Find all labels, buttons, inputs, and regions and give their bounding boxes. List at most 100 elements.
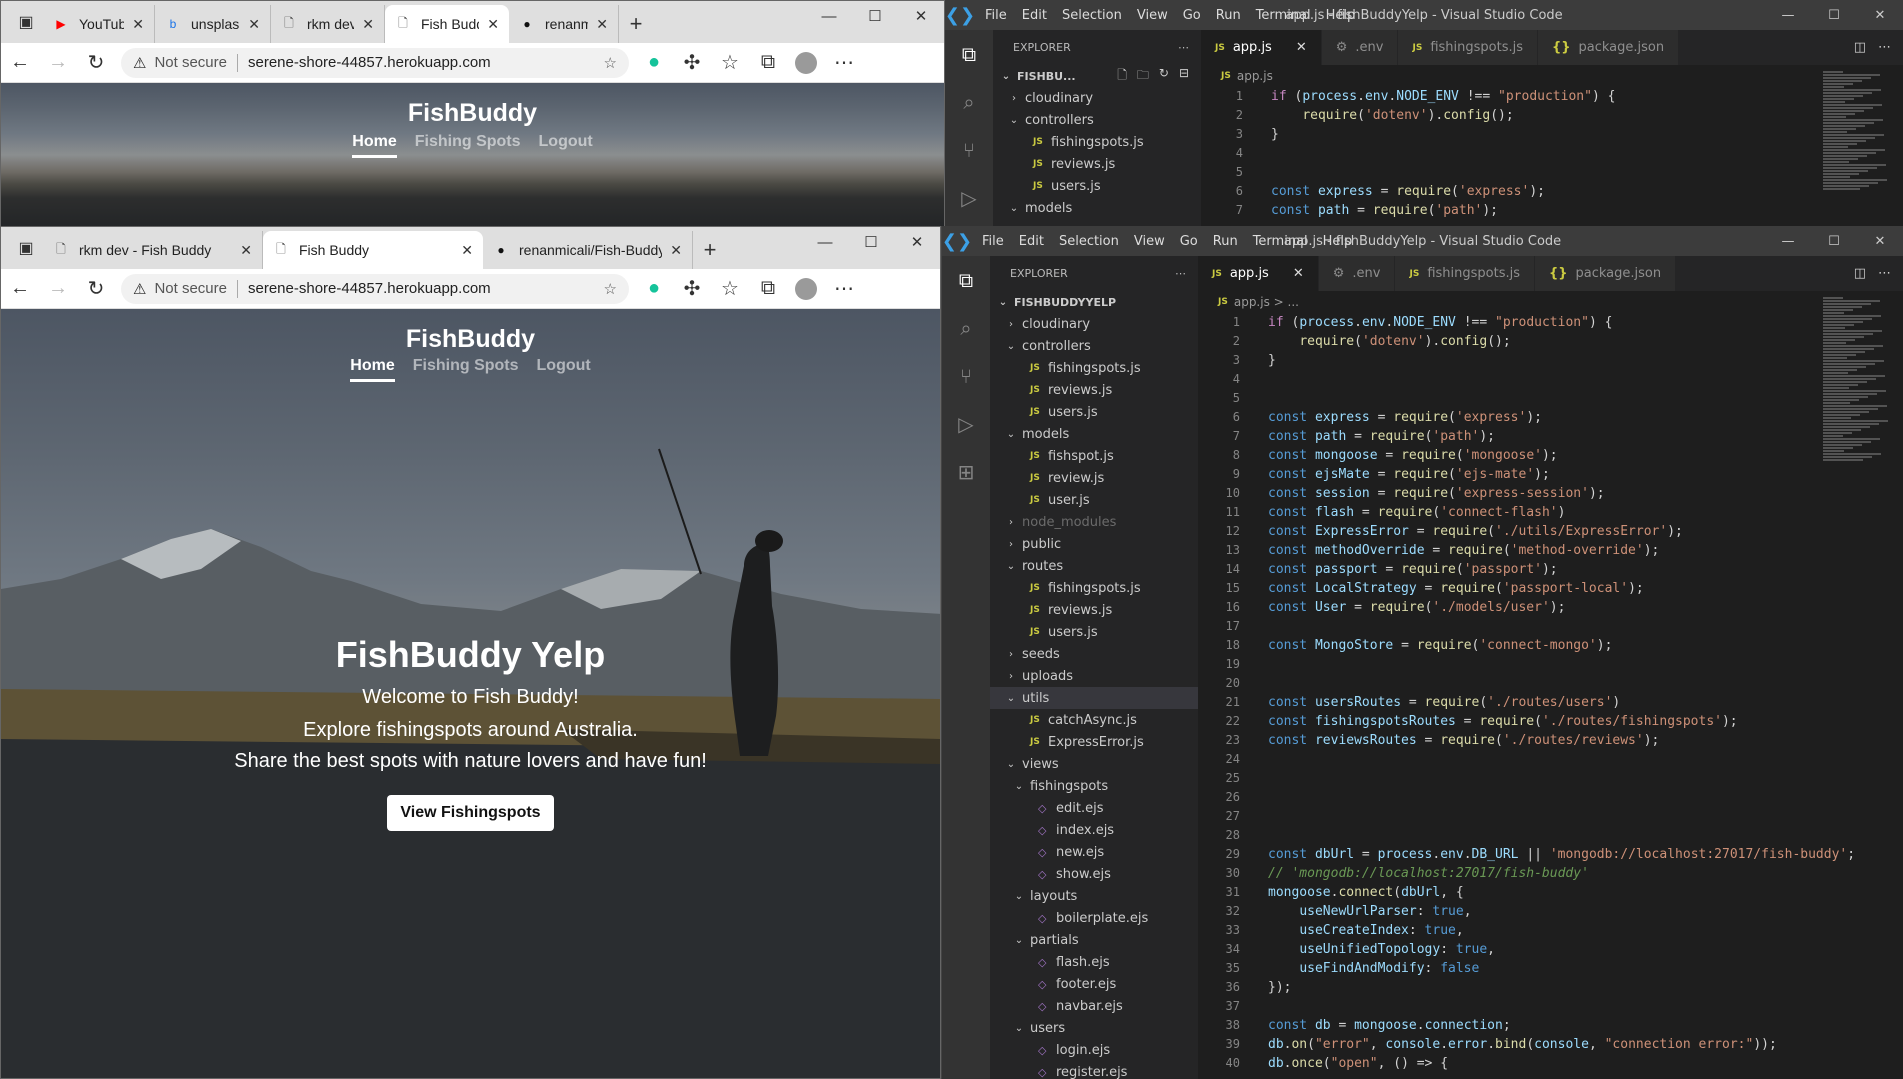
- tree-item[interactable]: ⌄ utils: [990, 687, 1198, 709]
- extensions-icon[interactable]: ✣: [673, 273, 711, 305]
- tab-close-icon[interactable]: ✕: [1296, 40, 1307, 55]
- browser-tab[interactable]: ● renanmicali/F ✕: [509, 5, 619, 43]
- workspace-root[interactable]: ⌄ FISHBU... 🗋 🗀 ↻ ⊟: [993, 65, 1201, 87]
- tab-close-icon[interactable]: ✕: [487, 16, 499, 33]
- tree-item[interactable]: JS reviews.js: [990, 379, 1198, 401]
- tree-item[interactable]: JS ExpressError.js: [990, 731, 1198, 753]
- close-icon[interactable]: ✕: [1857, 226, 1903, 256]
- tab-actions-icon[interactable]: ▣: [9, 5, 43, 39]
- editor-tab[interactable]: {} package.json: [1535, 256, 1677, 291]
- back-icon[interactable]: ←: [1, 273, 39, 305]
- tree-item[interactable]: ⌄ routes: [990, 555, 1198, 577]
- split-editor-icon[interactable]: ◫: [1854, 266, 1866, 281]
- tree-item[interactable]: ◇ register.ejs: [990, 1061, 1198, 1079]
- tree-item[interactable]: › seeds: [990, 643, 1198, 665]
- editor-tab[interactable]: JS app.js ✕: [1201, 30, 1322, 65]
- breadcrumb-file[interactable]: app.js > ...: [1234, 295, 1299, 309]
- nav-fishing-spots-link[interactable]: Fishing Spots: [415, 133, 521, 158]
- menu-selection[interactable]: Selection: [1062, 8, 1122, 23]
- tree-item[interactable]: › cloudinary: [993, 87, 1201, 109]
- tree-item[interactable]: ⌄ models: [990, 423, 1198, 445]
- tab-close-icon[interactable]: ✕: [248, 16, 260, 33]
- tree-item[interactable]: JS users.js: [990, 401, 1198, 423]
- source-control-icon[interactable]: ⑂: [945, 126, 993, 174]
- code-view[interactable]: 1 if (process.env.NODE_ENV !== "productio…: [1201, 87, 1823, 220]
- breadcrumb-file[interactable]: app.js: [1237, 69, 1273, 83]
- menu-file[interactable]: File: [982, 234, 1004, 249]
- tree-item[interactable]: ⌄ layouts: [990, 885, 1198, 907]
- grammarly-icon[interactable]: ●: [635, 47, 673, 79]
- new-folder-icon[interactable]: 🗀: [1137, 66, 1149, 87]
- tree-item[interactable]: ◇ navbar.ejs: [990, 995, 1198, 1017]
- extensions-icon[interactable]: ⊞: [942, 448, 990, 496]
- tree-item[interactable]: ◇ new.ejs: [990, 841, 1198, 863]
- browser-tab[interactable]: 🗋 Fish Buddy ✕: [385, 5, 509, 43]
- close-icon[interactable]: ✕: [1857, 0, 1903, 30]
- menu-go[interactable]: Go: [1180, 234, 1198, 249]
- tree-item[interactable]: ◇ login.ejs: [990, 1039, 1198, 1061]
- browser-tab[interactable]: ▶ YouTube ✕: [43, 5, 155, 43]
- search-icon[interactable]: ⌕: [945, 78, 993, 126]
- collapse-all-icon[interactable]: ⊟: [1179, 66, 1189, 87]
- maximize-icon[interactable]: ☐: [1811, 226, 1857, 256]
- tab-close-icon[interactable]: ✕: [132, 16, 144, 33]
- tree-item[interactable]: ◇ index.ejs: [990, 819, 1198, 841]
- tree-item[interactable]: JS fishingspots.js: [993, 131, 1201, 153]
- menu-view[interactable]: View: [1137, 8, 1168, 23]
- tree-item[interactable]: › node_modules: [990, 511, 1198, 533]
- refresh-explorer-icon[interactable]: ↻: [1159, 66, 1169, 87]
- editor-tab[interactable]: JS fishingspots.js: [1398, 30, 1538, 65]
- close-icon[interactable]: ✕: [898, 1, 944, 31]
- browser-tab[interactable]: 🗋 rkm dev - Fish Buddy ✕: [43, 231, 263, 269]
- maximize-icon[interactable]: ☐: [848, 227, 894, 257]
- tree-item[interactable]: › public: [990, 533, 1198, 555]
- tree-item[interactable]: ◇ footer.ejs: [990, 973, 1198, 995]
- run-debug-icon[interactable]: ▷: [945, 174, 993, 222]
- more-menu-icon[interactable]: ⋯: [825, 273, 863, 305]
- menu-edit[interactable]: Edit: [1022, 8, 1047, 23]
- close-icon[interactable]: ✕: [894, 227, 940, 257]
- site-brand[interactable]: FishBuddy: [1, 99, 944, 128]
- tree-item[interactable]: ◇ edit.ejs: [990, 797, 1198, 819]
- favorite-add-icon[interactable]: ☆: [604, 280, 617, 298]
- tree-item[interactable]: JS fishingspots.js: [990, 577, 1198, 599]
- nav-fishing-spots-link[interactable]: Fishing Spots: [413, 357, 519, 382]
- minimize-icon[interactable]: —: [1765, 0, 1811, 30]
- editor-tab[interactable]: JS app.js ✕: [1198, 256, 1319, 291]
- minimize-icon[interactable]: —: [802, 227, 848, 257]
- tree-item[interactable]: ⌄ controllers: [993, 109, 1201, 131]
- tree-item[interactable]: › cloudinary: [990, 313, 1198, 335]
- tab-close-icon[interactable]: ✕: [362, 16, 374, 33]
- forward-icon[interactable]: →: [39, 47, 77, 79]
- menu-selection[interactable]: Selection: [1059, 234, 1119, 249]
- tree-item[interactable]: JS users.js: [990, 621, 1198, 643]
- tree-item[interactable]: JS users.js: [993, 175, 1201, 197]
- forward-icon[interactable]: →: [39, 273, 77, 305]
- tree-item[interactable]: ⌄ views: [990, 753, 1198, 775]
- refresh-icon[interactable]: ↻: [77, 47, 115, 79]
- tree-item[interactable]: › uploads: [990, 665, 1198, 687]
- favorites-icon[interactable]: ☆: [711, 47, 749, 79]
- run-debug-icon[interactable]: ▷: [942, 400, 990, 448]
- tab-close-icon[interactable]: ✕: [461, 242, 473, 259]
- new-tab-button[interactable]: +: [619, 7, 653, 41]
- back-icon[interactable]: ←: [1, 47, 39, 79]
- nav-home-link[interactable]: Home: [350, 357, 395, 382]
- new-file-icon[interactable]: 🗋: [1117, 66, 1127, 87]
- tree-item[interactable]: JS reviews.js: [993, 153, 1201, 175]
- explorer-icon[interactable]: ⧉: [945, 30, 993, 78]
- menu-run[interactable]: Run: [1213, 234, 1238, 249]
- tab-close-icon[interactable]: ✕: [1293, 266, 1304, 281]
- refresh-icon[interactable]: ↻: [77, 273, 115, 305]
- favorites-icon[interactable]: ☆: [711, 273, 749, 305]
- source-control-icon[interactable]: ⑂: [942, 352, 990, 400]
- collections-icon[interactable]: ⧉: [749, 273, 787, 305]
- tree-item[interactable]: JS catchAsync.js: [990, 709, 1198, 731]
- minimize-icon[interactable]: —: [1765, 226, 1811, 256]
- nav-home-link[interactable]: Home: [352, 133, 397, 158]
- split-editor-icon[interactable]: ◫: [1854, 40, 1866, 55]
- tree-item[interactable]: ⌄ FISHBUDDYYELP: [990, 291, 1198, 313]
- tree-item[interactable]: ⌄ models: [993, 197, 1201, 219]
- more-actions-icon[interactable]: ⋯: [1878, 266, 1891, 281]
- tree-item[interactable]: ◇ boilerplate.ejs: [990, 907, 1198, 929]
